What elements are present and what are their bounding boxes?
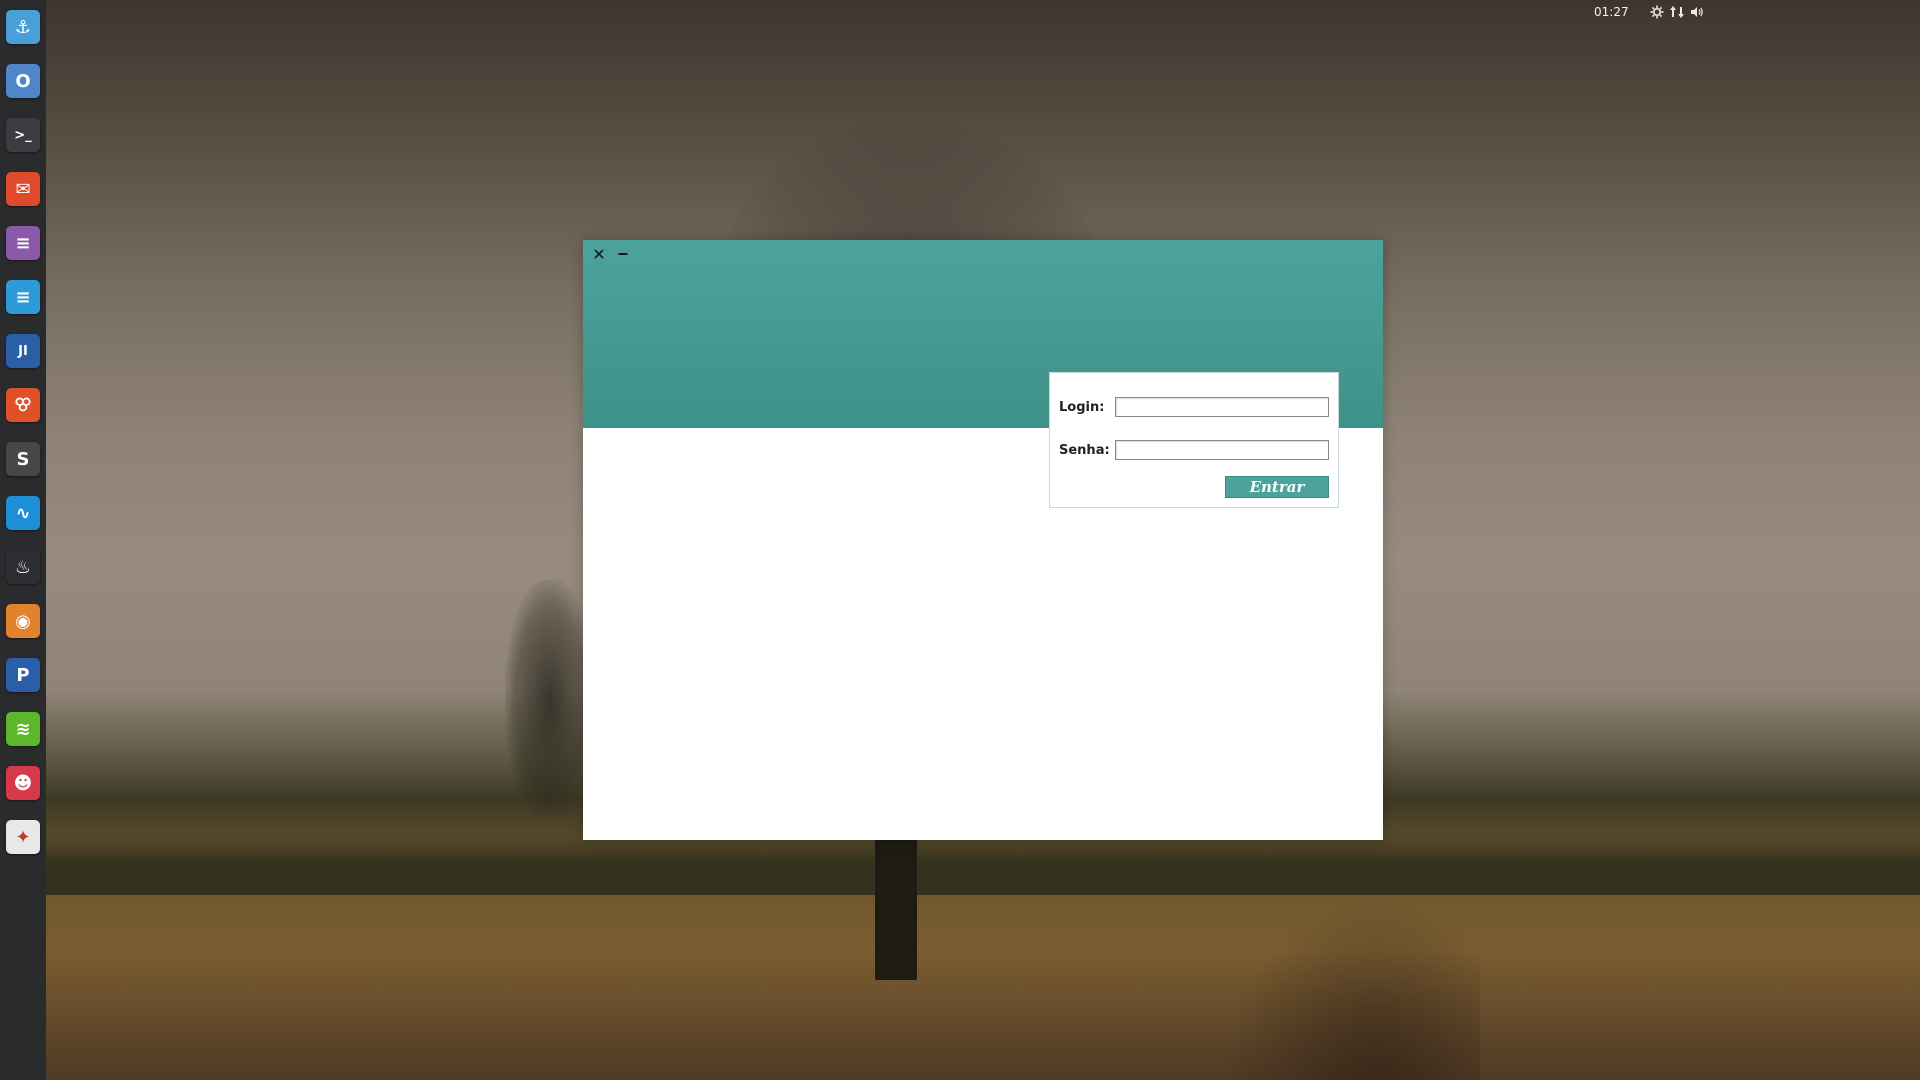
dock-spotify-icon[interactable]: ≋ <box>6 712 40 746</box>
login-form: Login: Senha: Entrar <box>1049 372 1339 508</box>
senha-input[interactable] <box>1115 440 1329 460</box>
dock-monitor-icon[interactable]: ∿ <box>6 496 40 530</box>
dock-xampp-icon[interactable]: ꕢ <box>6 388 40 422</box>
dock-intellij-icon[interactable]: JI <box>6 334 40 368</box>
wallpaper-treeline <box>40 835 1920 895</box>
senha-label: Senha: <box>1059 443 1110 458</box>
network-updown-icon[interactable] <box>1670 5 1684 19</box>
dock-pycharm-icon[interactable]: P <box>6 658 40 692</box>
dock-documents-icon[interactable]: ≡ <box>6 280 40 314</box>
dock-mail-icon[interactable]: ✉ <box>6 172 40 206</box>
clock[interactable]: 01:27 <box>1594 5 1629 19</box>
dock-gimp-icon[interactable]: ◉ <box>6 604 40 638</box>
dock-popcorn-icon[interactable]: ☻ <box>6 766 40 800</box>
app-dock: ⚓ O >_ ✉ ≡ ≡ JI ꕢ S ∿ ♨ ◉ P ≋ ☻ ✦ <box>0 0 46 1080</box>
dock-steam-icon[interactable]: ♨ <box>6 550 40 584</box>
login-window: Login: Senha: Entrar <box>583 240 1383 840</box>
settings-gear-icon[interactable] <box>1650 5 1664 19</box>
wallpaper-left-tree <box>505 580 595 820</box>
dock-chromium-icon[interactable]: O <box>6 64 40 98</box>
system-tray: 01:27 <box>0 2 1920 22</box>
dock-terminal-icon[interactable]: >_ <box>6 118 40 152</box>
wallpaper-dirt-path <box>1220 900 1480 1080</box>
login-input[interactable] <box>1115 397 1329 417</box>
close-icon[interactable] <box>591 246 607 262</box>
dock-sublime-icon[interactable]: S <box>6 442 40 476</box>
entrar-button[interactable]: Entrar <box>1225 476 1329 498</box>
volume-icon[interactable] <box>1690 5 1704 19</box>
wallpaper-tree-trunk <box>875 830 917 980</box>
login-label: Login: <box>1059 400 1105 415</box>
minimize-icon[interactable] <box>615 246 631 262</box>
dock-text-editor-icon[interactable]: ≡ <box>6 226 40 260</box>
dock-java-app-icon[interactable]: ✦ <box>6 820 40 854</box>
